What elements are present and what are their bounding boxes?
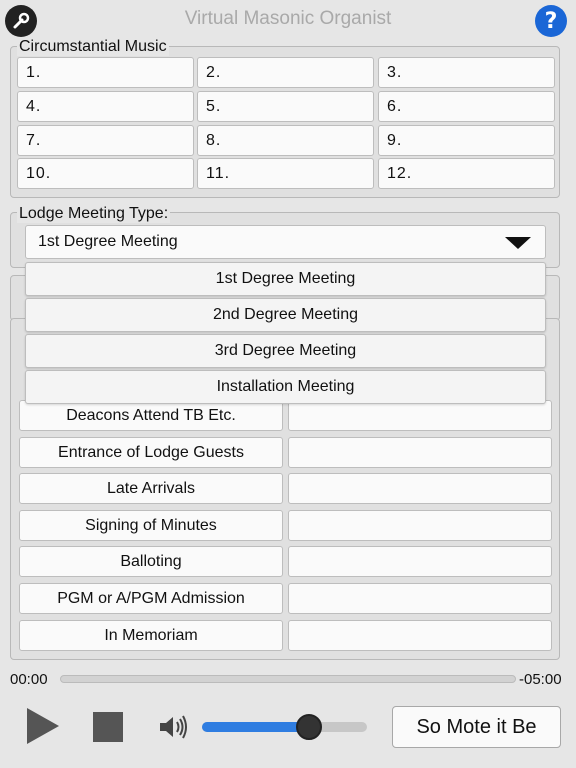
music-button[interactable]: 3. bbox=[378, 57, 555, 88]
speaker-icon bbox=[158, 712, 188, 742]
event-button[interactable]: Signing of Minutes bbox=[19, 510, 283, 541]
event-button[interactable]: PGM or A/PGM Admission bbox=[19, 583, 283, 614]
music-button[interactable]: 11. bbox=[197, 158, 374, 189]
music-button[interactable]: 5. bbox=[197, 91, 374, 122]
so-mote-it-be-button[interactable]: So Mote it Be bbox=[392, 706, 561, 748]
event-button[interactable]: In Memoriam bbox=[19, 620, 283, 651]
meeting-type-selected: 1st Degree Meeting bbox=[38, 233, 178, 250]
meeting-type-option[interactable]: 3rd Degree Meeting bbox=[25, 334, 546, 368]
music-button[interactable]: 12. bbox=[378, 158, 555, 189]
volume-fill bbox=[202, 722, 310, 732]
elapsed-time: 00:00 bbox=[10, 671, 48, 688]
event-track-slot[interactable] bbox=[288, 400, 552, 431]
event-track-slot[interactable] bbox=[288, 437, 552, 468]
music-button[interactable]: 2. bbox=[197, 57, 374, 88]
stop-icon[interactable] bbox=[93, 712, 123, 742]
volume-thumb[interactable] bbox=[296, 714, 322, 740]
meeting-type-option[interactable]: Installation Meeting bbox=[25, 370, 546, 404]
title-bar: Virtual Masonic Organist ? bbox=[0, 0, 576, 42]
event-track-slot[interactable] bbox=[288, 473, 552, 504]
volume-slider[interactable] bbox=[202, 722, 367, 732]
music-button[interactable]: 4. bbox=[17, 91, 194, 122]
event-track-slot[interactable] bbox=[288, 546, 552, 577]
chevron-down-icon bbox=[505, 237, 531, 249]
event-track-slot[interactable] bbox=[288, 510, 552, 541]
circumstantial-music-label: Circumstantial Music bbox=[17, 38, 169, 56]
progress-bar[interactable] bbox=[60, 675, 516, 683]
event-button[interactable]: Balloting bbox=[19, 546, 283, 577]
event-track-slot[interactable] bbox=[288, 583, 552, 614]
meeting-type-select[interactable]: 1st Degree Meeting bbox=[25, 225, 546, 259]
event-button[interactable]: Late Arrivals bbox=[19, 473, 283, 504]
event-track-slot[interactable] bbox=[288, 620, 552, 651]
event-button[interactable]: Entrance of Lodge Guests bbox=[19, 437, 283, 468]
meeting-type-option[interactable]: 2nd Degree Meeting bbox=[25, 298, 546, 332]
music-button[interactable]: 6. bbox=[378, 91, 555, 122]
question-mark-icon[interactable]: ? bbox=[535, 5, 567, 37]
music-button[interactable]: 8. bbox=[197, 125, 374, 156]
event-button[interactable]: Deacons Attend TB Etc. bbox=[19, 400, 283, 431]
music-button[interactable]: 1. bbox=[17, 57, 194, 88]
app-title: Virtual Masonic Organist bbox=[184, 8, 392, 29]
meeting-type-option[interactable]: 1st Degree Meeting bbox=[25, 262, 546, 296]
music-button[interactable]: 7. bbox=[17, 125, 194, 156]
music-button[interactable]: 9. bbox=[378, 125, 555, 156]
lodge-meeting-label: Lodge Meeting Type: bbox=[17, 205, 171, 223]
remaining-time: -05:00 bbox=[519, 671, 562, 688]
play-icon[interactable] bbox=[27, 708, 59, 744]
music-button[interactable]: 10. bbox=[17, 158, 194, 189]
